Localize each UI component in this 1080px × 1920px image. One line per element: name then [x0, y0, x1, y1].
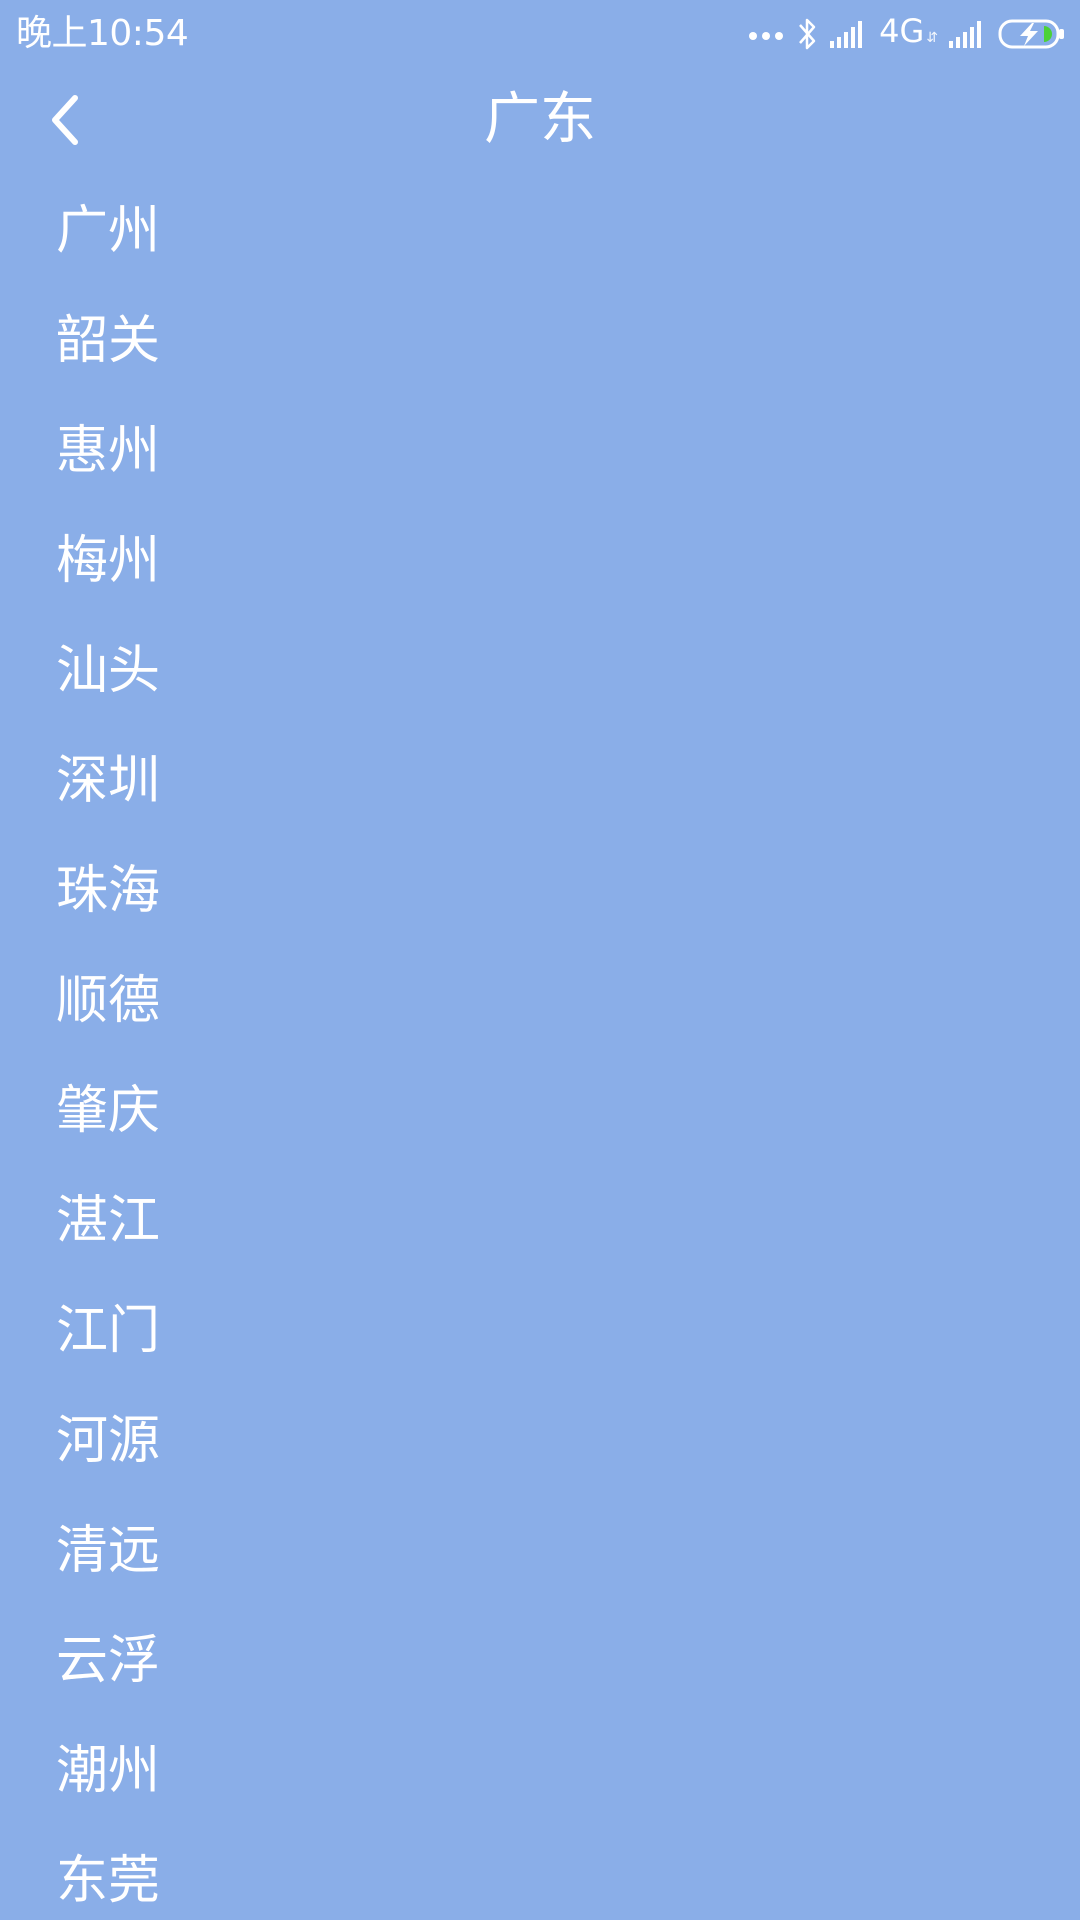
page-title: 广东	[484, 87, 596, 152]
city-item[interactable]: 顺德	[0, 940, 1080, 1050]
city-item[interactable]: 潮州	[0, 1710, 1080, 1820]
status-time: 晚上10:54	[16, 13, 189, 54]
city-list: 广州 韶关 惠州 梅州 汕头 深圳 珠海 顺德 肇庆 湛江 江门 河源 清远 云…	[0, 170, 1080, 1920]
city-item[interactable]: 广州	[0, 170, 1080, 280]
signal-icon	[948, 19, 988, 49]
bluetooth-icon	[797, 15, 819, 53]
city-item[interactable]: 韶关	[0, 280, 1080, 390]
signal-icon	[829, 19, 869, 49]
more-dots-icon	[747, 24, 787, 44]
city-item[interactable]: 江门	[0, 1270, 1080, 1380]
battery-charging-icon	[998, 18, 1066, 50]
network-type-label: 4G	[879, 11, 925, 50]
city-item[interactable]: 湛江	[0, 1160, 1080, 1270]
city-item[interactable]: 河源	[0, 1380, 1080, 1490]
status-icons: 4G ⇵	[747, 12, 1066, 54]
status-bar: 晚上10:54 4G ⇵	[0, 0, 1080, 70]
title-bar: 广东	[0, 70, 1080, 170]
city-item[interactable]: 梅州	[0, 500, 1080, 610]
network-activity-icon: ⇵	[926, 29, 938, 46]
city-item[interactable]: 云浮	[0, 1600, 1080, 1710]
city-item[interactable]: 汕头	[0, 610, 1080, 720]
city-item[interactable]: 肇庆	[0, 1050, 1080, 1160]
city-item[interactable]: 清远	[0, 1490, 1080, 1600]
city-item[interactable]: 珠海	[0, 830, 1080, 940]
network-type: 4G ⇵	[879, 11, 938, 58]
city-item[interactable]: 东莞	[0, 1820, 1080, 1920]
city-item[interactable]: 惠州	[0, 390, 1080, 500]
city-item[interactable]: 深圳	[0, 720, 1080, 830]
